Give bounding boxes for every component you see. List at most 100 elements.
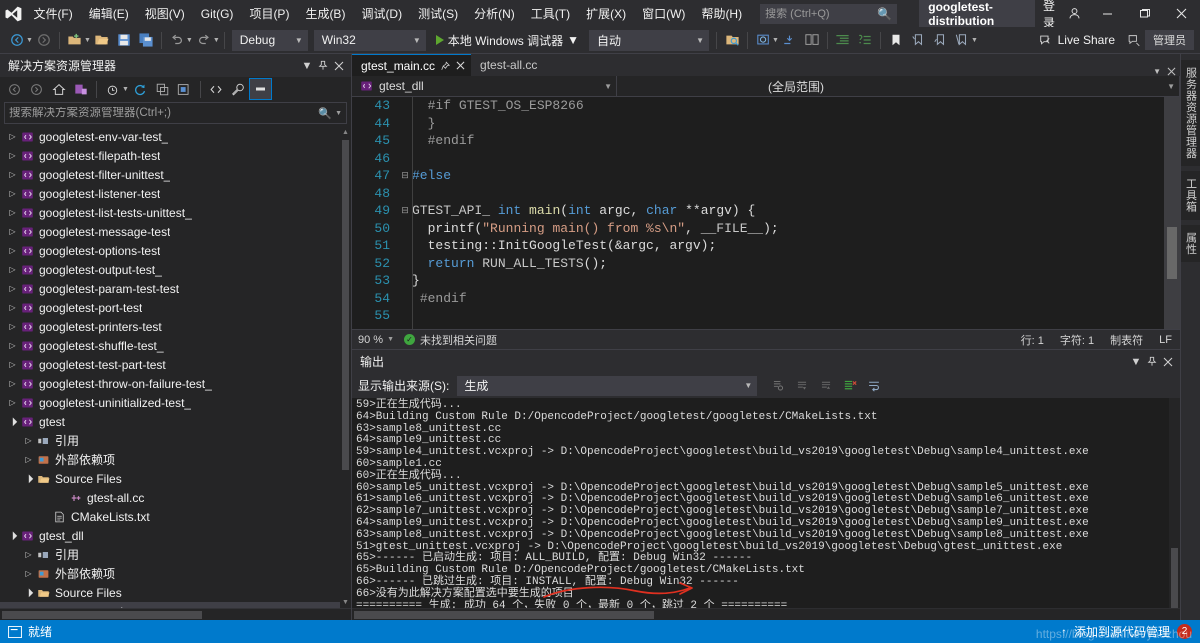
previous-bookmark-icon[interactable]	[907, 29, 929, 51]
menu-debug[interactable]: 调试(D)	[353, 2, 410, 25]
navigate-forward-icon[interactable]	[33, 29, 55, 51]
menu-edit[interactable]: 编辑(E)	[81, 2, 137, 25]
zoom-level-combo[interactable]: 90 % ▼	[352, 334, 400, 346]
tree-item[interactable]: ▷ 外部依赖项	[0, 564, 351, 583]
menu-file[interactable]: 文件(F)	[25, 2, 80, 25]
search-in-files-icon[interactable]	[721, 29, 743, 51]
clear-output-icon[interactable]	[839, 376, 861, 396]
tab-gtest-all-cc[interactable]: gtest-all.cc	[471, 54, 543, 76]
indentation-mode-indicator[interactable]: 制表符	[1102, 332, 1151, 348]
code-line[interactable]: 45 #endif	[352, 132, 1164, 150]
find-message-icon[interactable]	[767, 376, 789, 396]
menu-build[interactable]: 生成(B)	[297, 2, 353, 25]
start-debugging-button[interactable]: 本地 Windows 调试器 ▼	[429, 29, 586, 51]
indent-lines-icon[interactable]	[832, 29, 854, 51]
code-line[interactable]: 49 ⊟ GTEST_API_ int main(int argc, char **…	[352, 202, 1164, 220]
auto-combo[interactable]: 自动 ▼	[589, 29, 709, 51]
panel-menu-icon[interactable]: ▼	[299, 57, 315, 75]
code-line[interactable]: 43 #if GTEST_OS_ESP8266	[352, 97, 1164, 115]
tree-item[interactable]: ▷ googletest-options-test	[0, 241, 351, 260]
chevron-collapsed-icon[interactable]: ▷	[22, 455, 35, 464]
navigate-backward-icon[interactable]	[6, 29, 28, 51]
tree-item[interactable]: ◢ Source Files	[0, 469, 351, 488]
solution-tree-vertical-scrollbar[interactable]: ▲ ▼	[340, 127, 351, 608]
tree-item[interactable]: ◢ gtest	[0, 412, 351, 431]
menu-test[interactable]: 测试(S)	[410, 2, 466, 25]
search-options-icon[interactable]: ▼	[335, 110, 342, 117]
pin-tab-icon[interactable]	[441, 60, 451, 71]
tree-item[interactable]: ▷ googletest-listener-test	[0, 184, 351, 203]
chevron-collapsed-icon[interactable]: ▷	[6, 208, 19, 217]
close-panel-icon[interactable]	[331, 57, 347, 75]
close-button[interactable]	[1163, 0, 1200, 27]
code-line[interactable]: 51 testing::InitGoogleTest(&argc, argv);	[352, 237, 1164, 255]
code-line[interactable]: 47 ⊟ #else	[352, 167, 1164, 185]
se-preview-selected-icon[interactable]	[248, 78, 272, 100]
panel-menu-icon[interactable]: ▼	[1128, 353, 1144, 371]
chevron-collapsed-icon[interactable]: ▷	[22, 569, 35, 578]
chevron-collapsed-icon[interactable]: ▷	[6, 265, 19, 274]
se-collapse-all-icon[interactable]	[152, 79, 173, 99]
solution-explorer-search-input[interactable]	[9, 107, 319, 119]
menu-extensions[interactable]: 扩展(X)	[578, 2, 634, 25]
se-refresh-icon[interactable]	[130, 79, 151, 99]
code-lines-container[interactable]: 43 #if GTEST_OS_ESP8266 44 } 45 #endif 46 47…	[352, 97, 1164, 329]
go-to-next-message-icon[interactable]	[815, 376, 837, 396]
tree-item[interactable]: ◢ Source Files	[0, 583, 351, 602]
chevron-collapsed-icon[interactable]: ▷	[6, 170, 19, 179]
editor-vertical-scrollbar[interactable]	[1164, 97, 1180, 329]
output-vertical-scrollbar[interactable]	[1169, 398, 1180, 608]
line-ending-indicator[interactable]: LF	[1151, 334, 1180, 346]
chevron-collapsed-icon[interactable]: ▷	[6, 398, 19, 407]
tab-toolbox[interactable]: 工具箱	[1180, 171, 1200, 220]
live-share-button[interactable]: Live Share	[1031, 33, 1123, 47]
output-source-combo[interactable]: 生成 ▼	[457, 375, 758, 396]
pin-icon[interactable]	[315, 57, 331, 75]
open-file-icon[interactable]	[91, 29, 113, 51]
tree-item[interactable]: ▷ googletest-uninitialized-test_	[0, 393, 351, 412]
code-editor[interactable]: 43 #if GTEST_OS_ESP8266 44 } 45 #endif 46 47…	[352, 97, 1180, 329]
se-pending-icon[interactable]	[102, 79, 123, 99]
tree-item[interactable]: ▷ googletest-printers-test	[0, 317, 351, 336]
solution-tree-horizontal-scrollbar[interactable]	[0, 608, 351, 620]
next-bookmark-icon[interactable]	[929, 29, 951, 51]
tree-item[interactable]: ▷ googletest-list-tests-unittest_	[0, 203, 351, 222]
new-project-icon[interactable]	[64, 29, 86, 51]
tree-item[interactable]: ▷ googletest-filepath-test	[0, 146, 351, 165]
chevron-collapsed-icon[interactable]: ▷	[6, 322, 19, 331]
menu-analyze[interactable]: 分析(N)	[466, 2, 523, 25]
scroll-down-icon[interactable]: ▼	[340, 597, 351, 608]
menu-view[interactable]: 视图(V)	[137, 2, 193, 25]
solution-explorer-search[interactable]: 🔍 ▼	[4, 102, 347, 124]
se-properties-icon[interactable]	[228, 79, 249, 99]
clear-bookmarks-icon[interactable]	[951, 29, 973, 51]
tree-item[interactable]: ▷ googletest-throw-on-failure-test_	[0, 374, 351, 393]
close-active-document-icon[interactable]	[1167, 67, 1176, 76]
tree-item[interactable]: ▷ googletest-param-test-test	[0, 279, 351, 298]
maximize-restore-button[interactable]	[1126, 0, 1163, 27]
member-scope-combo[interactable]: (全局范围) ▼	[617, 75, 1180, 97]
code-line[interactable]: 53}	[352, 272, 1164, 290]
menu-project[interactable]: 项目(P)	[241, 2, 297, 25]
attach-to-process-icon[interactable]	[752, 29, 774, 51]
code-line[interactable]: 54 #endif	[352, 290, 1164, 308]
chevron-collapsed-icon[interactable]: ▷	[6, 360, 19, 369]
tree-item[interactable]: ▷ 引用	[0, 545, 351, 564]
output-text-area[interactable]: 59>正在生成代码... 64>Building Custom Rule D:/O…	[352, 398, 1180, 608]
se-pending-dropdown-icon[interactable]: ▼	[122, 86, 129, 93]
chevron-collapsed-icon[interactable]: ▷	[6, 151, 19, 160]
code-line[interactable]: 46	[352, 150, 1164, 168]
tree-item[interactable]: ▷ googletest-output-test_	[0, 260, 351, 279]
se-pending-changes-icon[interactable]	[70, 79, 91, 99]
code-line[interactable]: 50 printf("Running main() from %s\n", __…	[352, 220, 1164, 238]
tab-server-explorer[interactable]: 服务器资源管理器	[1180, 60, 1200, 166]
quick-launch-search[interactable]: 🔍	[760, 3, 898, 24]
redo-icon[interactable]	[193, 29, 215, 51]
chevron-collapsed-icon[interactable]: ▷	[22, 436, 35, 445]
fold-collapse-icon[interactable]: ⊟	[398, 171, 412, 181]
menu-git[interactable]: Git(G)	[193, 4, 242, 24]
tree-item[interactable]: ▷ googletest-filter-unittest_	[0, 165, 351, 184]
toggle-bookmark-icon[interactable]	[885, 29, 907, 51]
code-line[interactable]: 52 return RUN_ALL_TESTS();	[352, 255, 1164, 273]
save-all-icon[interactable]	[135, 29, 157, 51]
